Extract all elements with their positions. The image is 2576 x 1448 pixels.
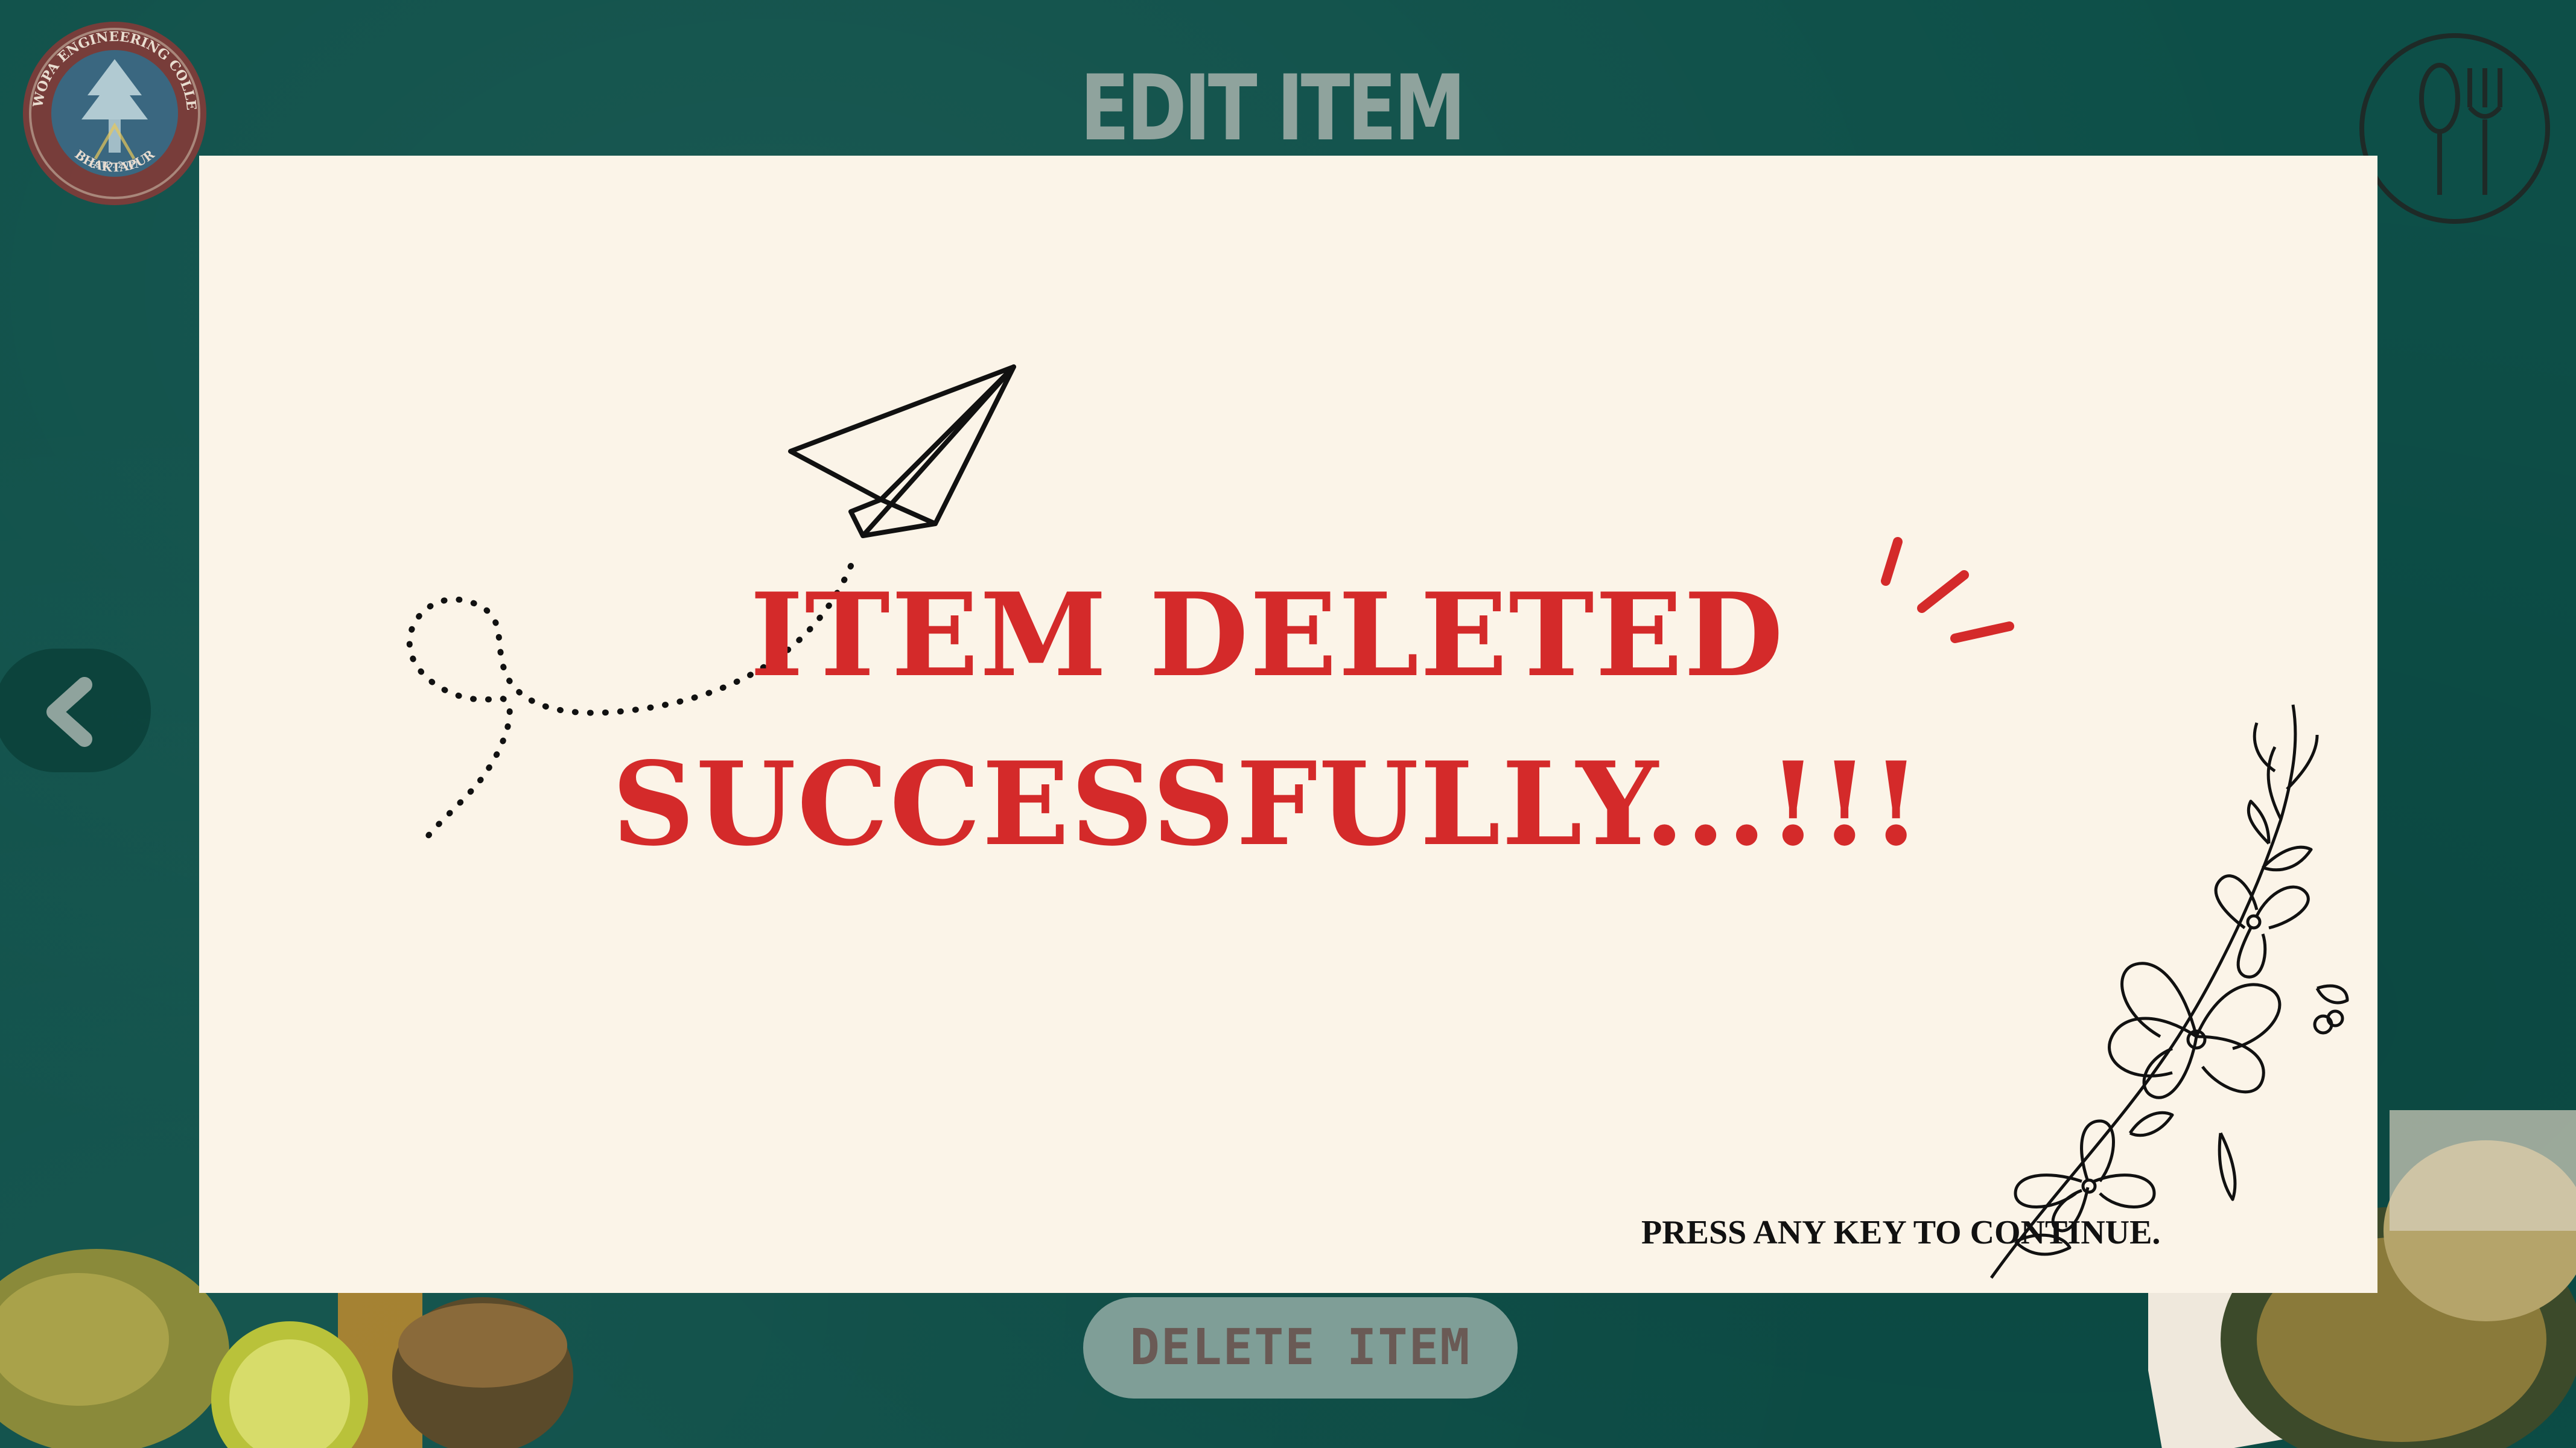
- fork-spoon-icon: [2419, 63, 2502, 195]
- success-dialog[interactable]: ITEM DELETED SUCCESSFULLY...!!! PRESS AN…: [199, 156, 2377, 1293]
- delete-item-button[interactable]: DELETE ITEM: [1083, 1297, 1518, 1399]
- menu-button[interactable]: [2359, 33, 2550, 224]
- continue-hint: PRESS ANY KEY TO CONTINUE.: [1641, 1214, 2161, 1251]
- college-logo: ESTD. 2001 KHWOPA ENGINEERING COLLEGE BH…: [18, 17, 206, 205]
- back-button[interactable]: [0, 649, 151, 772]
- success-message-line1: ITEM DELETED: [749, 568, 1785, 702]
- page-title: EDIT ITEM: [1080, 56, 1466, 161]
- chevron-left-icon: [46, 677, 92, 747]
